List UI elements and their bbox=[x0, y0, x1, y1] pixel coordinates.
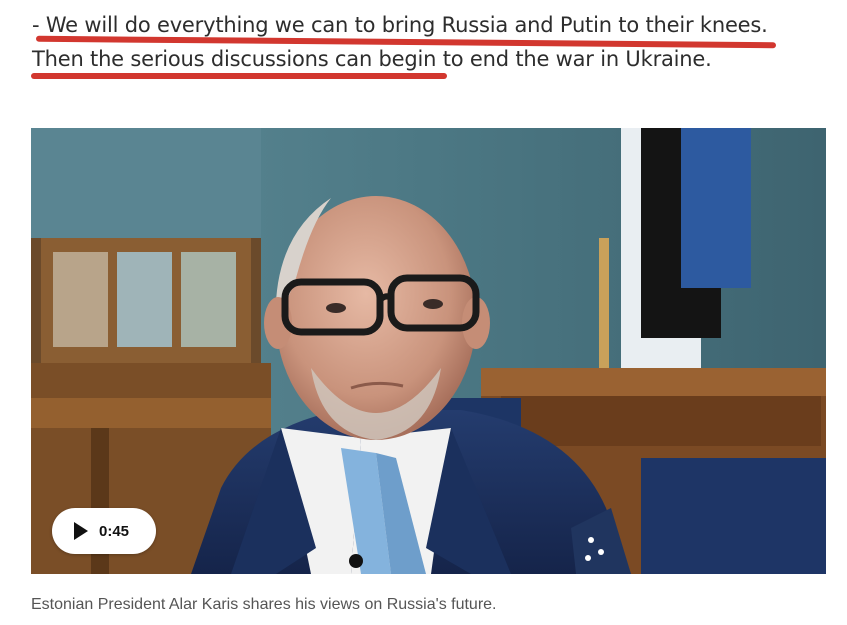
video-player[interactable]: 0:45 bbox=[31, 128, 826, 574]
video-duration: 0:45 bbox=[99, 522, 130, 540]
play-icon bbox=[74, 522, 88, 540]
highlight-underline-2 bbox=[31, 73, 447, 79]
image-caption: Estonian President Alar Karis shares his… bbox=[31, 596, 497, 613]
play-button[interactable]: 0:45 bbox=[52, 508, 156, 554]
video-thumbnail bbox=[31, 128, 826, 574]
